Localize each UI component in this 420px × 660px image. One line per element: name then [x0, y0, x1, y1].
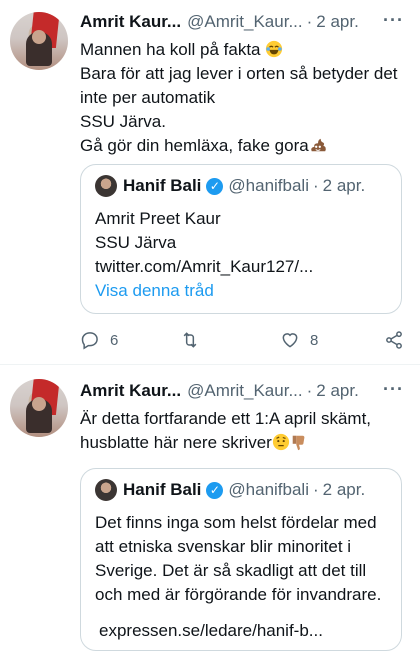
retweet-button[interactable]	[180, 330, 210, 350]
like-button[interactable]: 8	[280, 330, 318, 350]
tweet-line: Är detta fortfarande ett 1:A april skämt…	[80, 409, 372, 428]
more-dots-icon[interactable]: ···	[383, 379, 404, 400]
tweet-line: Mannen ha koll på fakta	[80, 40, 261, 59]
tweet-line: inte per automatik	[80, 88, 216, 107]
quote-line: Amrit Preet Kaur	[95, 209, 221, 228]
reply-count: 6	[110, 331, 119, 349]
quote-line: SSU Järva	[95, 233, 177, 252]
quote-author-name: Hanif Bali	[123, 480, 202, 499]
quote-text: Amrit Preet Kaur SSU Järva twitter.com/A…	[95, 207, 391, 303]
author-name[interactable]: Amrit Kaur...	[80, 381, 181, 400]
tweet-line: SSU Järva.	[80, 112, 166, 131]
author-name[interactable]: Amrit Kaur...	[80, 12, 181, 31]
verified-badge-icon: ✓	[206, 481, 224, 499]
separator-dot: ·	[306, 12, 313, 31]
like-count: 8	[310, 331, 319, 349]
quote-header: Hanif Bali ✓ @hanifbali · 2 apr.	[95, 175, 365, 197]
tweet-date[interactable]: 2 apr.	[316, 381, 359, 400]
quote-date: 2 apr.	[322, 176, 366, 195]
quote-line: och med är förgörande för invandrare.	[95, 585, 382, 604]
separator-dot: ·	[313, 176, 319, 195]
quote-author-name: Hanif Bali	[123, 176, 202, 195]
quote-header: Hanif Bali ✓ @hanifbali · 2 apr.	[95, 479, 365, 501]
author-avatar[interactable]	[10, 12, 68, 70]
author-handle[interactable]: @Amrit_Kaur...	[187, 12, 303, 31]
quote-line: att etniska svenskar blir minoritet i	[95, 537, 352, 556]
quote-text: Det finns inga som helst fördelar med at…	[95, 511, 391, 607]
quote-line: Sverige. Det är så skadligt att det till	[95, 561, 367, 580]
tweet-1[interactable]: Amrit Kaur... @Amrit_Kaur... · 2 apr. ··· M…	[0, 0, 420, 362]
tweet-line: Gå gör din hemläxa, fake gora	[80, 136, 309, 155]
share-button[interactable]	[384, 330, 414, 350]
share-icon	[386, 331, 402, 349]
quote-author-avatar	[95, 479, 117, 501]
tweet-2[interactable]: Amrit Kaur... @Amrit_Kaur... · 2 apr. ··· Ä…	[0, 365, 420, 660]
author-handle[interactable]: @Amrit_Kaur...	[187, 381, 303, 400]
quote-author-avatar	[95, 175, 117, 197]
retweet-icon	[183, 332, 197, 348]
quote-link[interactable]: expressen.se/ledare/hanif-b...	[99, 619, 391, 643]
tweet-date[interactable]: 2 apr.	[316, 12, 359, 31]
tweet-header: Amrit Kaur... @Amrit_Kaur... · 2 apr.	[80, 381, 410, 405]
more-dots-icon[interactable]: ···	[383, 10, 404, 31]
tweet-text: Mannen ha koll på fakta Bara för att jag…	[80, 38, 406, 158]
reply-icon	[81, 332, 98, 350]
raised-eyebrow-emoji-icon	[272, 433, 289, 451]
quote-line: Det finns inga som helst fördelar med	[95, 513, 377, 532]
show-thread-link[interactable]: Visa denna tråd	[95, 279, 391, 303]
quote-date: 2 apr.	[322, 480, 366, 499]
reply-button[interactable]: 6	[80, 330, 118, 350]
tweet-header: Amrit Kaur... @Amrit_Kaur... · 2 apr.	[80, 12, 410, 36]
quote-line[interactable]: twitter.com/Amrit_Kaur127/...	[95, 255, 391, 279]
separator-dot: ·	[306, 381, 313, 400]
laughing-emoji-icon	[266, 40, 283, 58]
thumbs-down-emoji-icon	[292, 435, 305, 451]
quote-author-handle: @hanifbali	[228, 480, 309, 499]
quoted-tweet[interactable]: Hanif Bali ✓ @hanifbali · 2 apr. Det fin…	[80, 468, 402, 651]
quote-author-handle: @hanifbali	[228, 176, 309, 195]
tweet-actions: 6 8	[80, 330, 410, 354]
separator-dot: ·	[313, 480, 319, 499]
tweet-line: husblatte här nere skriver	[80, 433, 272, 452]
quoted-tweet[interactable]: Hanif Bali ✓ @hanifbali · 2 apr. Amrit P…	[80, 164, 402, 314]
tweet-line: Bara för att jag lever i orten så betyde…	[80, 64, 398, 83]
verified-badge-icon: ✓	[206, 177, 224, 195]
heart-icon	[282, 333, 298, 348]
author-avatar[interactable]	[10, 379, 68, 437]
tweet-text: Är detta fortfarande ett 1:A april skämt…	[80, 407, 406, 455]
poop-emoji-icon	[310, 138, 326, 152]
